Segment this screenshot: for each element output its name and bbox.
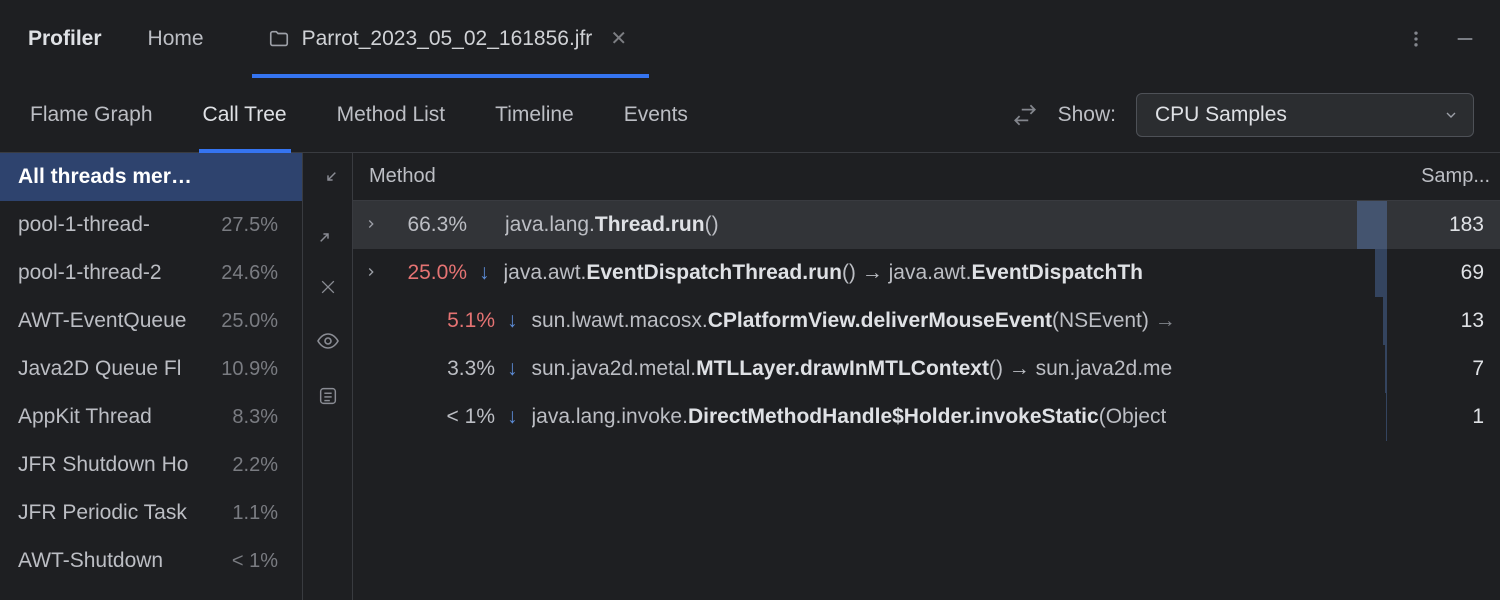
table-row[interactable]: 66.3% java.lang.Thread.run() 183 (353, 201, 1500, 249)
sidebar-item[interactable]: AppKit Thread8.3% (0, 393, 302, 441)
window-title: Profiler (28, 27, 102, 51)
pct-value: 25.0% (385, 261, 467, 285)
title-bar: Profiler Home Parrot_2023_05_02_161856.j… (0, 0, 1500, 78)
method-signature: java.lang.Thread.run() (505, 213, 719, 237)
method-signature: sun.lwawt.macosx.CPlatformView.deliverMo… (532, 309, 1176, 333)
expand-chevron[interactable] (357, 213, 385, 237)
list-icon[interactable] (317, 385, 339, 413)
tab-call-tree[interactable]: Call Tree (203, 78, 287, 153)
show-label: Show: (1058, 103, 1116, 127)
arrow-down-icon: ↓ (507, 357, 518, 381)
sidebar-item[interactable]: All threads merged (0, 153, 302, 201)
pct-value: 66.3% (385, 213, 467, 237)
method-signature: sun.java2d.metal.MTLLayer.drawInMTLConte… (532, 357, 1173, 381)
chevron-down-icon (1443, 107, 1459, 123)
tab-method-list[interactable]: Method List (337, 78, 446, 153)
method-table: Method Samp... 66.3% java.lang.Thread.ru… (353, 153, 1500, 600)
minimize-icon[interactable] (1454, 28, 1476, 50)
pct-value: < 1% (413, 405, 495, 429)
more-icon[interactable] (1406, 29, 1426, 49)
th-samples[interactable]: Samp... (1387, 165, 1500, 188)
view-tabs: Flame Graph Call Tree Method List Timeli… (0, 78, 1500, 153)
table-row[interactable]: 25.0% ↓ java.awt.EventDispatchThread.run… (353, 249, 1500, 297)
tab-timeline[interactable]: Timeline (495, 78, 574, 153)
sidebar-item[interactable]: pool-1-thread-224.6% (0, 249, 302, 297)
samples-value: 1 (1387, 405, 1500, 429)
sidebar-item[interactable]: AWT-EventQueue25.0% (0, 297, 302, 345)
show-select[interactable]: CPU Samples (1136, 93, 1474, 137)
table-row[interactable]: 3.3% ↓ sun.java2d.metal.MTLLayer.drawInM… (353, 345, 1500, 393)
toolstrip (303, 153, 353, 600)
samples-value: 7 (1387, 357, 1500, 381)
samples-value: 183 (1387, 213, 1500, 237)
collapse-out-icon[interactable] (317, 223, 339, 251)
samples-value: 69 (1387, 261, 1500, 285)
table-row[interactable]: < 1% ↓ java.lang.invoke.DirectMethodHand… (353, 393, 1500, 441)
sidebar-item[interactable]: pool-1-thread-27.5% (0, 201, 302, 249)
table-row[interactable]: 5.1% ↓ sun.lwawt.macosx.CPlatformView.de… (353, 297, 1500, 345)
collapse-in-icon[interactable] (317, 169, 339, 197)
sidebar-item[interactable]: JFR Periodic Task1.1% (0, 489, 302, 537)
samples-value: 13 (1387, 309, 1500, 333)
arrow-down-icon: ↓ (507, 309, 518, 333)
file-tab-name: Parrot_2023_05_02_161856.jfr (302, 27, 593, 51)
pct-value: 3.3% (413, 357, 495, 381)
method-signature: java.lang.invoke.DirectMethodHandle$Hold… (532, 405, 1167, 429)
tab-flame-graph[interactable]: Flame Graph (30, 78, 153, 153)
eye-icon[interactable] (316, 329, 340, 359)
arrow-down-icon: ↓ (507, 405, 518, 429)
sidebar-item[interactable]: JFR Shutdown Ho2.2% (0, 441, 302, 489)
sidebar-item[interactable]: Java2D Queue Fl10.9% (0, 345, 302, 393)
tab-events[interactable]: Events (624, 78, 688, 153)
close-all-icon[interactable] (318, 277, 338, 303)
close-icon[interactable]: ✕ (610, 26, 627, 51)
thread-sidebar: All threads mergedpool-1-thread-27.5%poo… (0, 153, 303, 600)
show-select-value: CPU Samples (1155, 103, 1287, 127)
arrow-down-icon: ↓ (479, 261, 490, 285)
home-tab[interactable]: Home (148, 27, 204, 51)
file-tab[interactable]: Parrot_2023_05_02_161856.jfr ✕ (252, 0, 650, 78)
folder-icon (268, 28, 290, 50)
expand-chevron[interactable] (357, 261, 385, 285)
pct-value: 5.1% (413, 309, 495, 333)
th-method[interactable]: Method (353, 165, 1387, 188)
sidebar-item[interactable]: AWT-Shutdown< 1% (0, 537, 302, 585)
method-signature: java.awt.EventDispatchThread.run() → jav… (504, 261, 1144, 285)
swap-icon[interactable] (1012, 102, 1038, 128)
